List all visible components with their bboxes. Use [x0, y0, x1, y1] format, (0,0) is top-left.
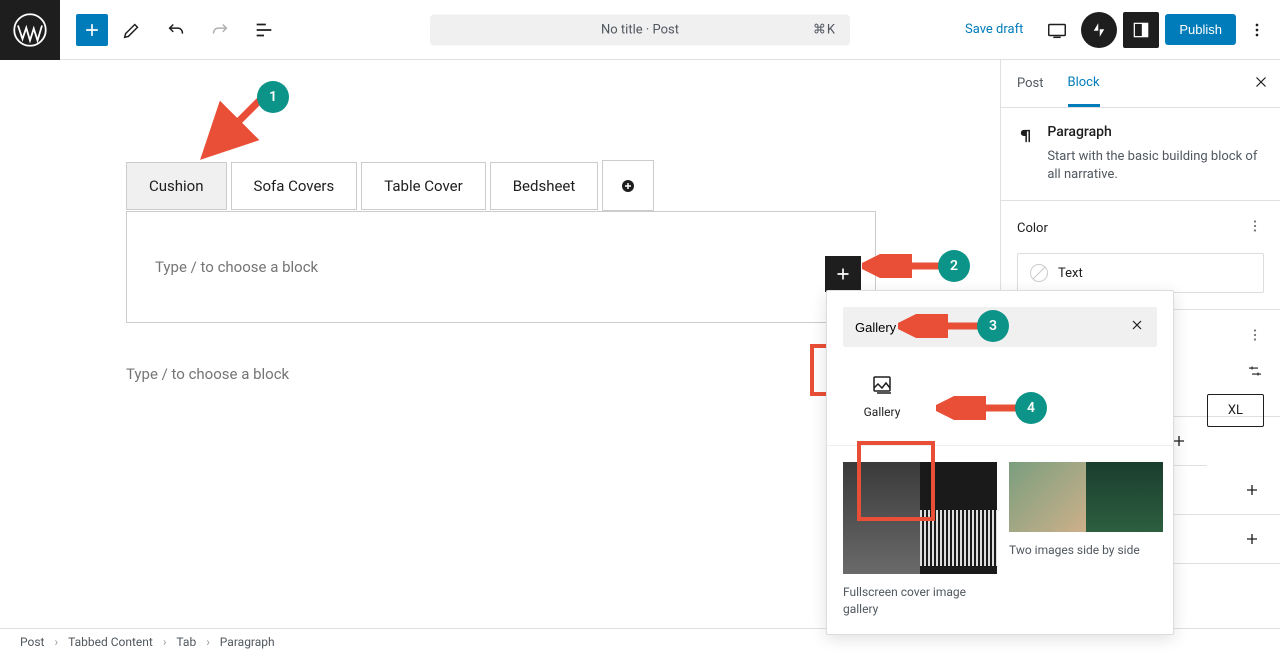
text-color-option[interactable]: Text	[1017, 253, 1264, 293]
add-block-button[interactable]	[825, 256, 861, 292]
edit-mode-icon[interactable]	[112, 10, 152, 50]
block-inserter-popover: Gallery Fullscreen cover image gallery T…	[826, 290, 1174, 635]
editor-top-bar: No title · Post ⌘K Save draft Publish	[0, 0, 1280, 60]
block-placeholder[interactable]: Type / to choose a block	[155, 258, 847, 276]
inserter-block-label: Gallery	[864, 405, 901, 419]
settings-slider-icon[interactable]	[1246, 362, 1264, 380]
color-label: Color	[1017, 221, 1048, 236]
breadcrumb-sep: ›	[163, 635, 167, 649]
pattern-fullscreen-gallery[interactable]: Fullscreen cover image gallery	[843, 462, 997, 618]
paragraph-icon	[1017, 124, 1035, 148]
tab-sofa-covers[interactable]: Sofa Covers	[231, 162, 358, 210]
add-control-icon[interactable]	[1240, 527, 1264, 551]
pattern-label: Fullscreen cover image gallery	[843, 584, 997, 618]
typography-options-icon[interactable]	[1246, 326, 1264, 348]
tab-cushion[interactable]: Cushion	[126, 162, 227, 210]
wordpress-logo[interactable]	[0, 0, 60, 60]
undo-icon[interactable]	[156, 10, 196, 50]
jetpack-icon[interactable]	[1081, 12, 1117, 48]
breadcrumb-item[interactable]: Tab	[176, 635, 196, 649]
inserter-block-gallery[interactable]: Gallery	[843, 363, 921, 429]
color-swatch-none	[1030, 264, 1048, 282]
color-options-icon[interactable]	[1246, 217, 1264, 239]
add-tab-button[interactable]	[602, 160, 654, 211]
size-xl-button[interactable]: XL	[1207, 394, 1264, 427]
tab-table-cover[interactable]: Table Cover	[361, 162, 485, 210]
breadcrumb-item[interactable]: Post	[20, 635, 44, 649]
save-draft-button[interactable]: Save draft	[955, 16, 1033, 43]
publish-button[interactable]: Publish	[1165, 14, 1236, 45]
block-name: Paragraph	[1047, 124, 1264, 140]
preview-icon[interactable]	[1039, 12, 1075, 48]
block-description: Start with the basic building block of a…	[1047, 148, 1264, 184]
tab-bedsheet[interactable]: Bedsheet	[490, 162, 599, 210]
document-title: No title · Post	[601, 22, 679, 37]
breadcrumb-item[interactable]: Paragraph	[220, 635, 275, 649]
inserter-clear-icon[interactable]	[1129, 317, 1145, 337]
pattern-two-images[interactable]: Two images side by side	[1009, 462, 1163, 618]
block-info-section: Paragraph Start with the basic building …	[1001, 108, 1280, 201]
tab-content-area[interactable]: Type / to choose a block	[126, 211, 876, 323]
inserter-patterns: Fullscreen cover image gallery Two image…	[827, 445, 1173, 634]
sidebar-tab-block[interactable]: Block	[1068, 61, 1100, 107]
more-options-icon[interactable]	[1242, 20, 1272, 40]
sidebar-close-icon[interactable]	[1252, 73, 1270, 95]
breadcrumb-item[interactable]: Tabbed Content	[68, 635, 153, 649]
redo-icon[interactable]	[200, 10, 240, 50]
inserter-search[interactable]	[843, 307, 1157, 347]
document-overview-icon[interactable]	[244, 10, 284, 50]
add-control-icon[interactable]	[1240, 478, 1264, 502]
document-title-bar[interactable]: No title · Post ⌘K	[430, 14, 850, 45]
settings-sidebar-toggle[interactable]	[1123, 12, 1159, 48]
block-inserter-toggle[interactable]	[76, 14, 108, 46]
inserter-search-input[interactable]	[855, 320, 1129, 335]
breadcrumb-sep: ›	[54, 635, 58, 649]
sidebar-tab-post[interactable]: Post	[1017, 62, 1044, 105]
command-shortcut: ⌘K	[813, 22, 836, 37]
sidebar-tab-row: Post Block	[1001, 60, 1280, 108]
breadcrumb-sep: ›	[206, 635, 210, 649]
text-color-label: Text	[1058, 266, 1083, 281]
tabbed-content-tabs: Cushion Sofa Covers Table Cover Bedsheet	[126, 160, 1000, 211]
pattern-label: Two images side by side	[1009, 542, 1163, 559]
